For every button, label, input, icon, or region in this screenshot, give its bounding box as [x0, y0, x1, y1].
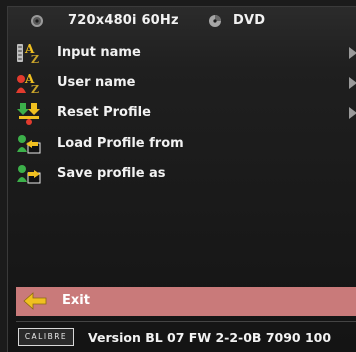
menu-item-label: Load Profile from	[57, 136, 184, 151]
source-disc-icon	[209, 15, 221, 27]
svg-text:Z: Z	[31, 53, 39, 65]
menu-item-label: Save profile as	[57, 166, 166, 181]
save-profile-icon	[17, 165, 41, 184]
menu-item-label: Input name	[57, 45, 141, 60]
menu-item-reset-profile[interactable]: Reset Profile	[8, 98, 356, 128]
exit-arrow-icon	[23, 292, 47, 310]
calibre-logo: CALIBRE	[18, 328, 74, 346]
submenu-arrow-icon	[349, 77, 356, 89]
load-profile-icon	[17, 135, 41, 154]
az-user-icon: A Z	[16, 72, 39, 95]
az-input-icon: A Z	[17, 42, 39, 65]
exit-button[interactable]: Exit	[16, 287, 356, 316]
status-header: 720x480i 60Hz DVD	[8, 7, 356, 35]
menu-item-label: Reset Profile	[57, 105, 151, 120]
submenu-arrow-icon	[349, 47, 356, 59]
menu-item-label: User name	[57, 75, 136, 90]
disc-icon	[31, 15, 43, 27]
resolution-label: 720x480i 60Hz	[68, 13, 179, 28]
source-label: DVD	[233, 13, 266, 28]
osd-menu-panel: 720x480i 60Hz DVD A Z Input name A Z Use…	[7, 6, 356, 352]
svg-text:Z: Z	[31, 83, 39, 95]
submenu-arrow-icon	[349, 107, 356, 119]
exit-label: Exit	[62, 293, 90, 308]
menu-item-load-profile[interactable]: Load Profile from	[8, 129, 356, 159]
reset-profile-icon	[17, 103, 40, 125]
version-footer: CALIBRE Version BL 07 FW 2-2-0B 7090 100	[16, 321, 356, 350]
version-text: Version BL 07 FW 2-2-0B 7090 100	[88, 330, 332, 345]
menu-item-input-name[interactable]: A Z Input name	[8, 38, 356, 68]
menu-item-user-name[interactable]: A Z User name	[8, 68, 356, 98]
menu-item-save-profile[interactable]: Save profile as	[8, 159, 356, 189]
